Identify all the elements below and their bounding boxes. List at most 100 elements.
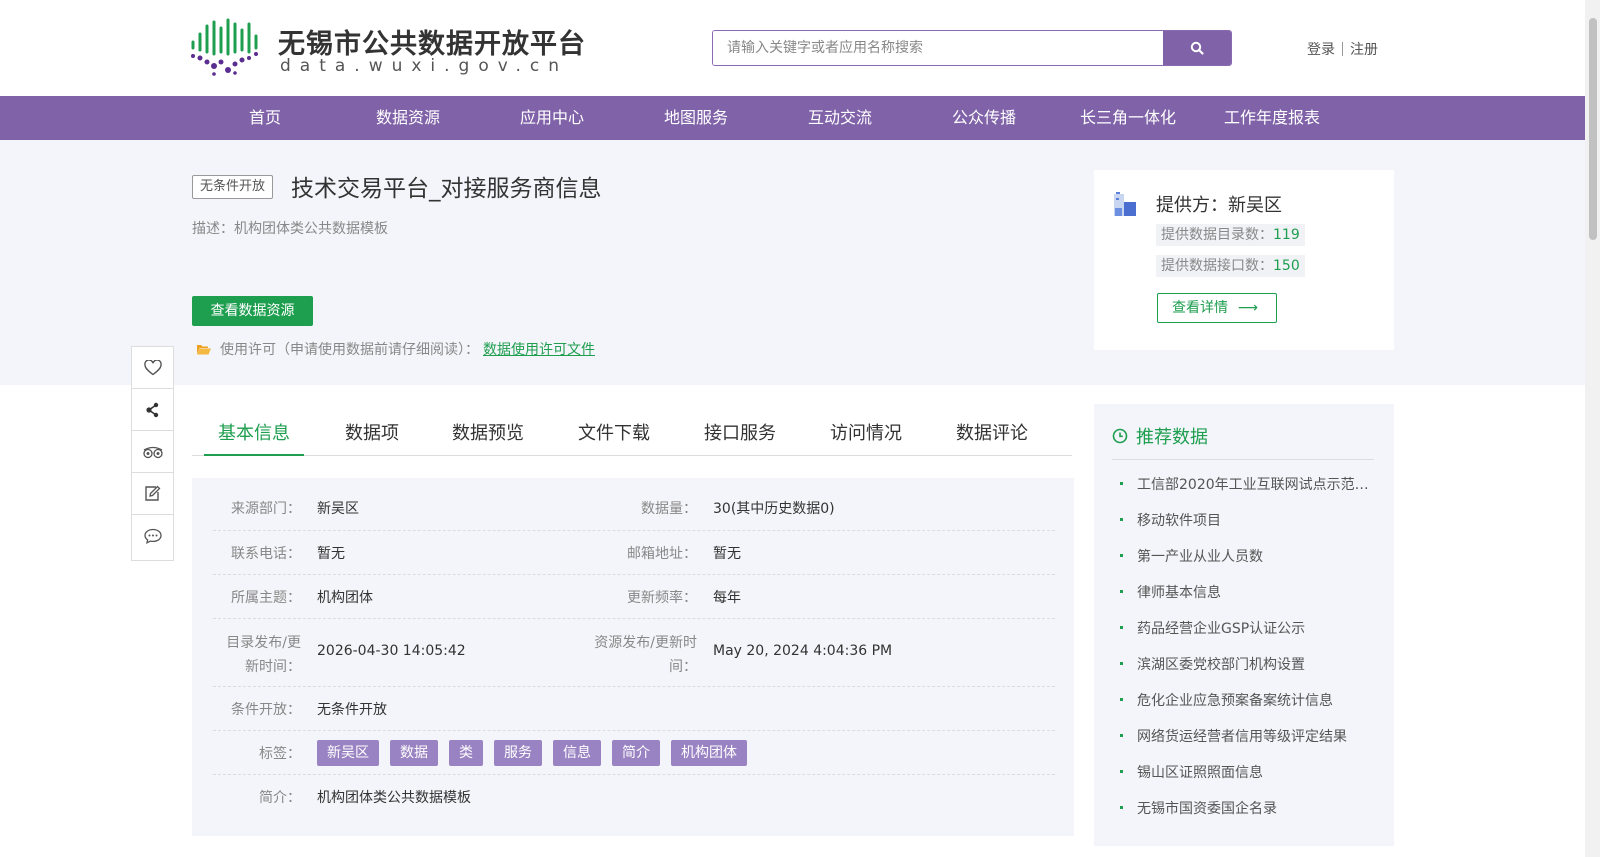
nav-item-app-center[interactable]: 应用中心: [492, 96, 612, 140]
share-button[interactable]: [132, 389, 173, 431]
summary-label: 简介：: [259, 790, 301, 806]
recommended-header: 推荐数据: [1112, 412, 1374, 460]
table-row: 所属主题： 机构团体 更新频率： 每年: [213, 575, 1055, 619]
source-dept-label: 来源部门：: [231, 501, 301, 517]
nav-item-map-service[interactable]: 地图服务: [636, 96, 756, 140]
table-row: 来源部门： 新吴区 数据量： 30(其中历史数据0): [213, 478, 1055, 531]
basic-info-table: 来源部门： 新吴区 数据量： 30(其中历史数据0) 联系电话： 暂无 邮箱地址…: [192, 478, 1074, 836]
share-icon: [145, 402, 158, 417]
recommended-item-label: 网络货运经营者信用等级评定结果: [1137, 729, 1347, 745]
catalog-time-label: 目录发布/更新时间：: [226, 635, 301, 675]
folder-open-icon: [197, 344, 211, 354]
search-button[interactable]: [1163, 31, 1231, 65]
tab-file-download[interactable]: 文件下载: [578, 412, 650, 456]
search-input[interactable]: [713, 31, 1165, 65]
tag-chip[interactable]: 数据: [390, 740, 438, 766]
view-details-label: 查看详情: [1172, 300, 1228, 316]
bullet: [1120, 661, 1123, 665]
tab-data-items[interactable]: 数据项: [345, 412, 399, 456]
data-volume-label: 数据量：: [641, 501, 697, 517]
page-title: 技术交易平台_对接服务商信息: [291, 176, 602, 202]
tag-chip[interactable]: 新吴区: [317, 740, 379, 766]
tag-chip[interactable]: 简介: [612, 740, 660, 766]
license-text: 使用许可（申请使用数据前请仔细阅读）：: [220, 342, 479, 358]
tab-data-preview[interactable]: 数据预览: [452, 412, 524, 456]
comment-button[interactable]: [132, 515, 173, 557]
view-details-button[interactable]: 查看详情 ⟶: [1157, 293, 1277, 323]
logo-domain: data.wuxi.gov.cn: [280, 56, 569, 76]
bullet: [1120, 625, 1123, 629]
view-stats-button[interactable]: [132, 431, 173, 473]
tab-data-comments[interactable]: 数据评论: [956, 412, 1028, 456]
arrow-right-icon: ⟶: [1237, 300, 1258, 316]
list-item[interactable]: 网络货运经营者信用等级评定结果: [1120, 726, 1374, 746]
api-count-stat: 提供数据接口数：150: [1156, 255, 1305, 277]
favorite-button[interactable]: [132, 347, 173, 389]
topic-label: 所属主题：: [231, 590, 301, 606]
list-item[interactable]: 药品经营企业GSP认证公示: [1120, 618, 1374, 638]
tab-access-stats[interactable]: 访问情况: [830, 412, 902, 456]
bullet: [1120, 697, 1123, 701]
recommended-item-label: 药品经营企业GSP认证公示: [1137, 621, 1306, 637]
catalog-count-value: 119: [1273, 227, 1300, 243]
list-item[interactable]: 无锡市国资委国企名录: [1120, 798, 1374, 818]
list-item[interactable]: 律师基本信息: [1120, 582, 1374, 602]
list-item[interactable]: 移动软件项目: [1120, 510, 1374, 530]
recommended-item-label: 无锡市国资委国企名录: [1137, 801, 1277, 817]
list-item[interactable]: 工信部2020年工业互联网试点示范项目名单: [1120, 474, 1374, 494]
bullet: [1120, 733, 1123, 737]
api-count-label: 提供数据接口数：: [1161, 258, 1273, 274]
tag-chip[interactable]: 类: [449, 740, 483, 766]
list-item[interactable]: 锡山区证照照面信息: [1120, 762, 1374, 782]
login-link[interactable]: 登录: [1307, 39, 1335, 59]
heart-icon: [143, 359, 162, 375]
update-frequency-label: 更新频率：: [627, 590, 697, 606]
api-count-value: 150: [1273, 258, 1300, 274]
tab-api-service[interactable]: 接口服务: [704, 412, 776, 456]
page-scrollbar[interactable]: [1585, 0, 1600, 857]
provider-name: 提供方：新吴区: [1156, 195, 1282, 216]
list-item[interactable]: 滨湖区委党校部门机构设置: [1120, 654, 1374, 674]
site-logo[interactable]: 无锡市公共数据开放平台 data.wuxi.gov.cn: [190, 18, 585, 78]
bullet: [1120, 481, 1123, 485]
phone-label: 联系电话：: [231, 546, 301, 562]
list-item[interactable]: 危化企业应急预案备案统计信息: [1120, 690, 1374, 710]
tag-chip[interactable]: 机构团体: [671, 740, 747, 766]
table-row: 条件开放： 无条件开放: [213, 687, 1055, 731]
list-item[interactable]: 第一产业从业人员数: [1120, 546, 1374, 566]
topic-value: 机构团体: [317, 590, 373, 606]
table-row: 简介： 机构团体类公共数据模板: [213, 775, 1055, 819]
bullet: [1120, 517, 1123, 521]
edit-button[interactable]: [132, 473, 173, 515]
recommended-item-label: 锡山区证照照面信息: [1137, 765, 1263, 781]
scrollbar-thumb[interactable]: [1589, 18, 1597, 240]
license-notice: 使用许可（申请使用数据前请仔细阅读）： 数据使用许可文件: [196, 339, 595, 359]
view-data-resource-button[interactable]: 查看数据资源: [192, 296, 313, 326]
open-condition-value: 无条件开放: [317, 702, 387, 718]
search-box: [712, 30, 1232, 66]
email-label: 邮箱地址：: [627, 546, 697, 562]
nav-item-home[interactable]: 首页: [205, 96, 325, 140]
nav-item-data-resources[interactable]: 数据资源: [348, 96, 468, 140]
table-row: 目录发布/更新时间： 2026-04-30 14:05:42 资源发布/更新时间…: [213, 619, 1055, 687]
tag-chip[interactable]: 服务: [494, 740, 542, 766]
bullet: [1120, 769, 1123, 773]
nav-item-interaction[interactable]: 互动交流: [780, 96, 900, 140]
license-file-link[interactable]: 数据使用许可文件: [483, 339, 595, 359]
nav-item-public-communication[interactable]: 公众传播: [924, 96, 1044, 140]
register-link[interactable]: 注册: [1350, 39, 1378, 59]
bullet: [1120, 553, 1123, 557]
table-row: 联系电话： 暂无 邮箱地址： 暂无: [213, 531, 1055, 575]
side-toolbar: [131, 346, 174, 561]
resource-time-label: 资源发布/更新时间：: [594, 635, 697, 675]
tab-basic-info[interactable]: 基本信息: [204, 412, 304, 456]
recommended-item-label: 危化企业应急预案备案统计信息: [1137, 693, 1333, 709]
provider-card: 提供方：新吴区 提供数据目录数：119 提供数据接口数：150 查看详情 ⟶: [1094, 170, 1394, 350]
dataset-description: 描述：机构团体类公共数据模板: [192, 221, 388, 237]
binoculars-icon: [142, 446, 163, 458]
recommended-item-label: 律师基本信息: [1137, 585, 1221, 601]
catalog-time-value: 2026-04-30 14:05:42: [317, 643, 466, 659]
nav-item-yangtze-delta[interactable]: 长三角一体化: [1068, 96, 1188, 140]
nav-item-annual-report[interactable]: 工作年度报表: [1212, 96, 1332, 140]
tag-chip[interactable]: 信息: [553, 740, 601, 766]
